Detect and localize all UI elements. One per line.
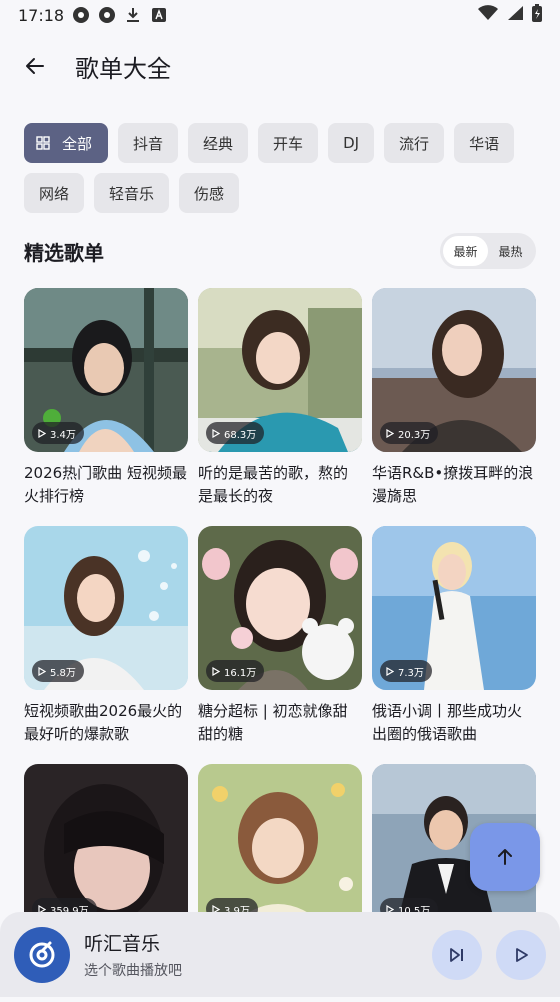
chip-label: 经典	[203, 134, 234, 153]
playlist-cover[interactable]: 68.3万	[198, 288, 362, 452]
playlist-cover[interactable]: 20.3万	[372, 288, 536, 452]
chip-label: 轻音乐	[109, 184, 155, 203]
playlist-cover[interactable]: 5.8万	[24, 526, 188, 690]
playlist-card[interactable]: 3.4万 2026热门歌曲 短视频最火排行榜	[24, 288, 188, 526]
playlist-cover[interactable]: 16.1万	[198, 526, 362, 690]
play-icon	[386, 428, 394, 438]
chip-label: 流行	[399, 134, 430, 153]
play-count-text: 16.1万	[224, 667, 257, 679]
signal-icon	[506, 5, 524, 25]
status-bar: 17:18	[0, 0, 560, 30]
scroll-to-top-button[interactable]	[470, 823, 540, 891]
sort-toggle: 最新 最热	[440, 233, 536, 269]
play-count: 68.3万	[206, 422, 265, 444]
app-bar: 歌单大全	[0, 36, 560, 96]
playlist-title: 俄语小调丨那些成功火出圈的俄语歌曲	[372, 702, 523, 743]
playlist-title: 听的是最苦的歌，熬的是最长的夜	[198, 464, 349, 505]
arrow-left-icon	[26, 58, 44, 74]
chip-sad[interactable]: 伤感	[179, 173, 240, 213]
play-count-text: 5.8万	[50, 667, 76, 679]
chip-driving[interactable]: 开车	[258, 123, 319, 163]
page-title: 歌单大全	[75, 54, 171, 83]
play-count: 7.3万	[380, 660, 432, 682]
chip-pop[interactable]: 流行	[384, 123, 445, 163]
player-subtitle: 选个歌曲播放吧	[84, 963, 182, 979]
chip-label: 网络	[39, 184, 70, 203]
play-count: 20.3万	[380, 422, 439, 444]
mini-player[interactable]: 听汇音乐 选个歌曲播放吧	[0, 912, 560, 997]
play-count-text: 3.4万	[50, 429, 76, 441]
battery-icon	[532, 4, 542, 26]
play-icon	[212, 666, 220, 676]
playlist-card[interactable]: 16.1万 糖分超标 | 初恋就像甜甜的糖	[198, 526, 362, 764]
chip-label: 全部	[62, 134, 93, 153]
play-count-text: 68.3万	[224, 429, 257, 441]
app-notification-icon	[72, 6, 90, 24]
arrow-up-icon	[498, 849, 512, 865]
playlist-card[interactable]: 20.3万 华语R&B•撩拨耳畔的浪漫旖思	[372, 288, 536, 526]
play-button[interactable]	[496, 929, 546, 980]
section-title: 精选歌单	[24, 240, 104, 265]
play-count: 5.8万	[32, 660, 84, 682]
chip-all[interactable]: 全部	[24, 123, 109, 163]
chip-douyin[interactable]: 抖音	[118, 123, 179, 163]
back-button[interactable]	[11, 42, 59, 90]
wifi-icon	[478, 5, 498, 25]
playlist-title: 糖分超标 | 初恋就像甜甜的糖	[198, 702, 348, 743]
chip-classic[interactable]: 经典	[188, 123, 249, 163]
section-header: 精选歌单 最新 最热	[24, 233, 536, 269]
play-icon	[386, 666, 394, 676]
grid-icon	[36, 136, 50, 150]
app-notification-icon	[98, 6, 116, 24]
chip-label: 伤感	[194, 184, 225, 203]
next-track-button[interactable]	[432, 929, 482, 980]
player-app-name: 听汇音乐	[84, 933, 161, 955]
chip-internet[interactable]: 网络	[24, 173, 85, 213]
chip-label: 开车	[273, 134, 304, 153]
play-icon	[38, 666, 46, 676]
chip-dj[interactable]: DJ	[328, 123, 375, 163]
play-count-text: 7.3万	[398, 667, 424, 679]
playlist-title: 2026热门歌曲 短视频最火排行榜	[24, 464, 187, 505]
chip-chinese[interactable]: 华语	[454, 123, 515, 163]
play-icon	[516, 947, 528, 962]
sort-newest[interactable]: 最新	[443, 236, 488, 266]
playlist-title: 短视频歌曲2026最火的最好听的爆款歌	[24, 702, 183, 743]
chip-label: 抖音	[133, 134, 164, 153]
chip-light-music[interactable]: 轻音乐	[94, 173, 170, 213]
playlist-card[interactable]: 68.3万 听的是最苦的歌，熬的是最长的夜	[198, 288, 362, 526]
chip-label: DJ	[343, 134, 360, 152]
playlist-cover[interactable]: 3.4万	[24, 288, 188, 452]
playlist-card[interactable]: 5.8万 短视频歌曲2026最火的最好听的爆款歌	[24, 526, 188, 764]
play-count: 16.1万	[206, 660, 265, 682]
category-filter-chips: 全部 抖音 经典 开车 DJ 流行 华语 网络 轻音乐 伤感	[24, 123, 544, 213]
playlist-grid: 3.4万 2026热门歌曲 短视频最火排行榜 68.3万 听的是最苦的歌，熬的是…	[24, 288, 536, 1002]
translate-icon	[150, 6, 168, 24]
status-time: 17:18	[18, 5, 65, 25]
play-count: 3.4万	[32, 422, 84, 444]
play-count-text: 20.3万	[398, 429, 431, 441]
skip-next-icon	[450, 947, 463, 962]
playlist-cover[interactable]: 3.9万	[198, 764, 362, 928]
play-icon	[212, 428, 220, 438]
sort-hottest[interactable]: 最热	[488, 236, 533, 266]
app-logo-icon	[14, 926, 70, 983]
playlist-title: 华语R&B•撩拨耳畔的浪漫旖思	[372, 464, 534, 505]
playlist-card[interactable]: 7.3万 俄语小调丨那些成功火出圈的俄语歌曲	[372, 526, 536, 764]
playlist-cover[interactable]: 7.3万	[372, 526, 536, 690]
download-icon	[124, 6, 142, 24]
play-icon	[38, 428, 46, 438]
playlist-cover[interactable]: 359.9万	[24, 764, 188, 928]
chip-label: 华语	[469, 134, 500, 153]
